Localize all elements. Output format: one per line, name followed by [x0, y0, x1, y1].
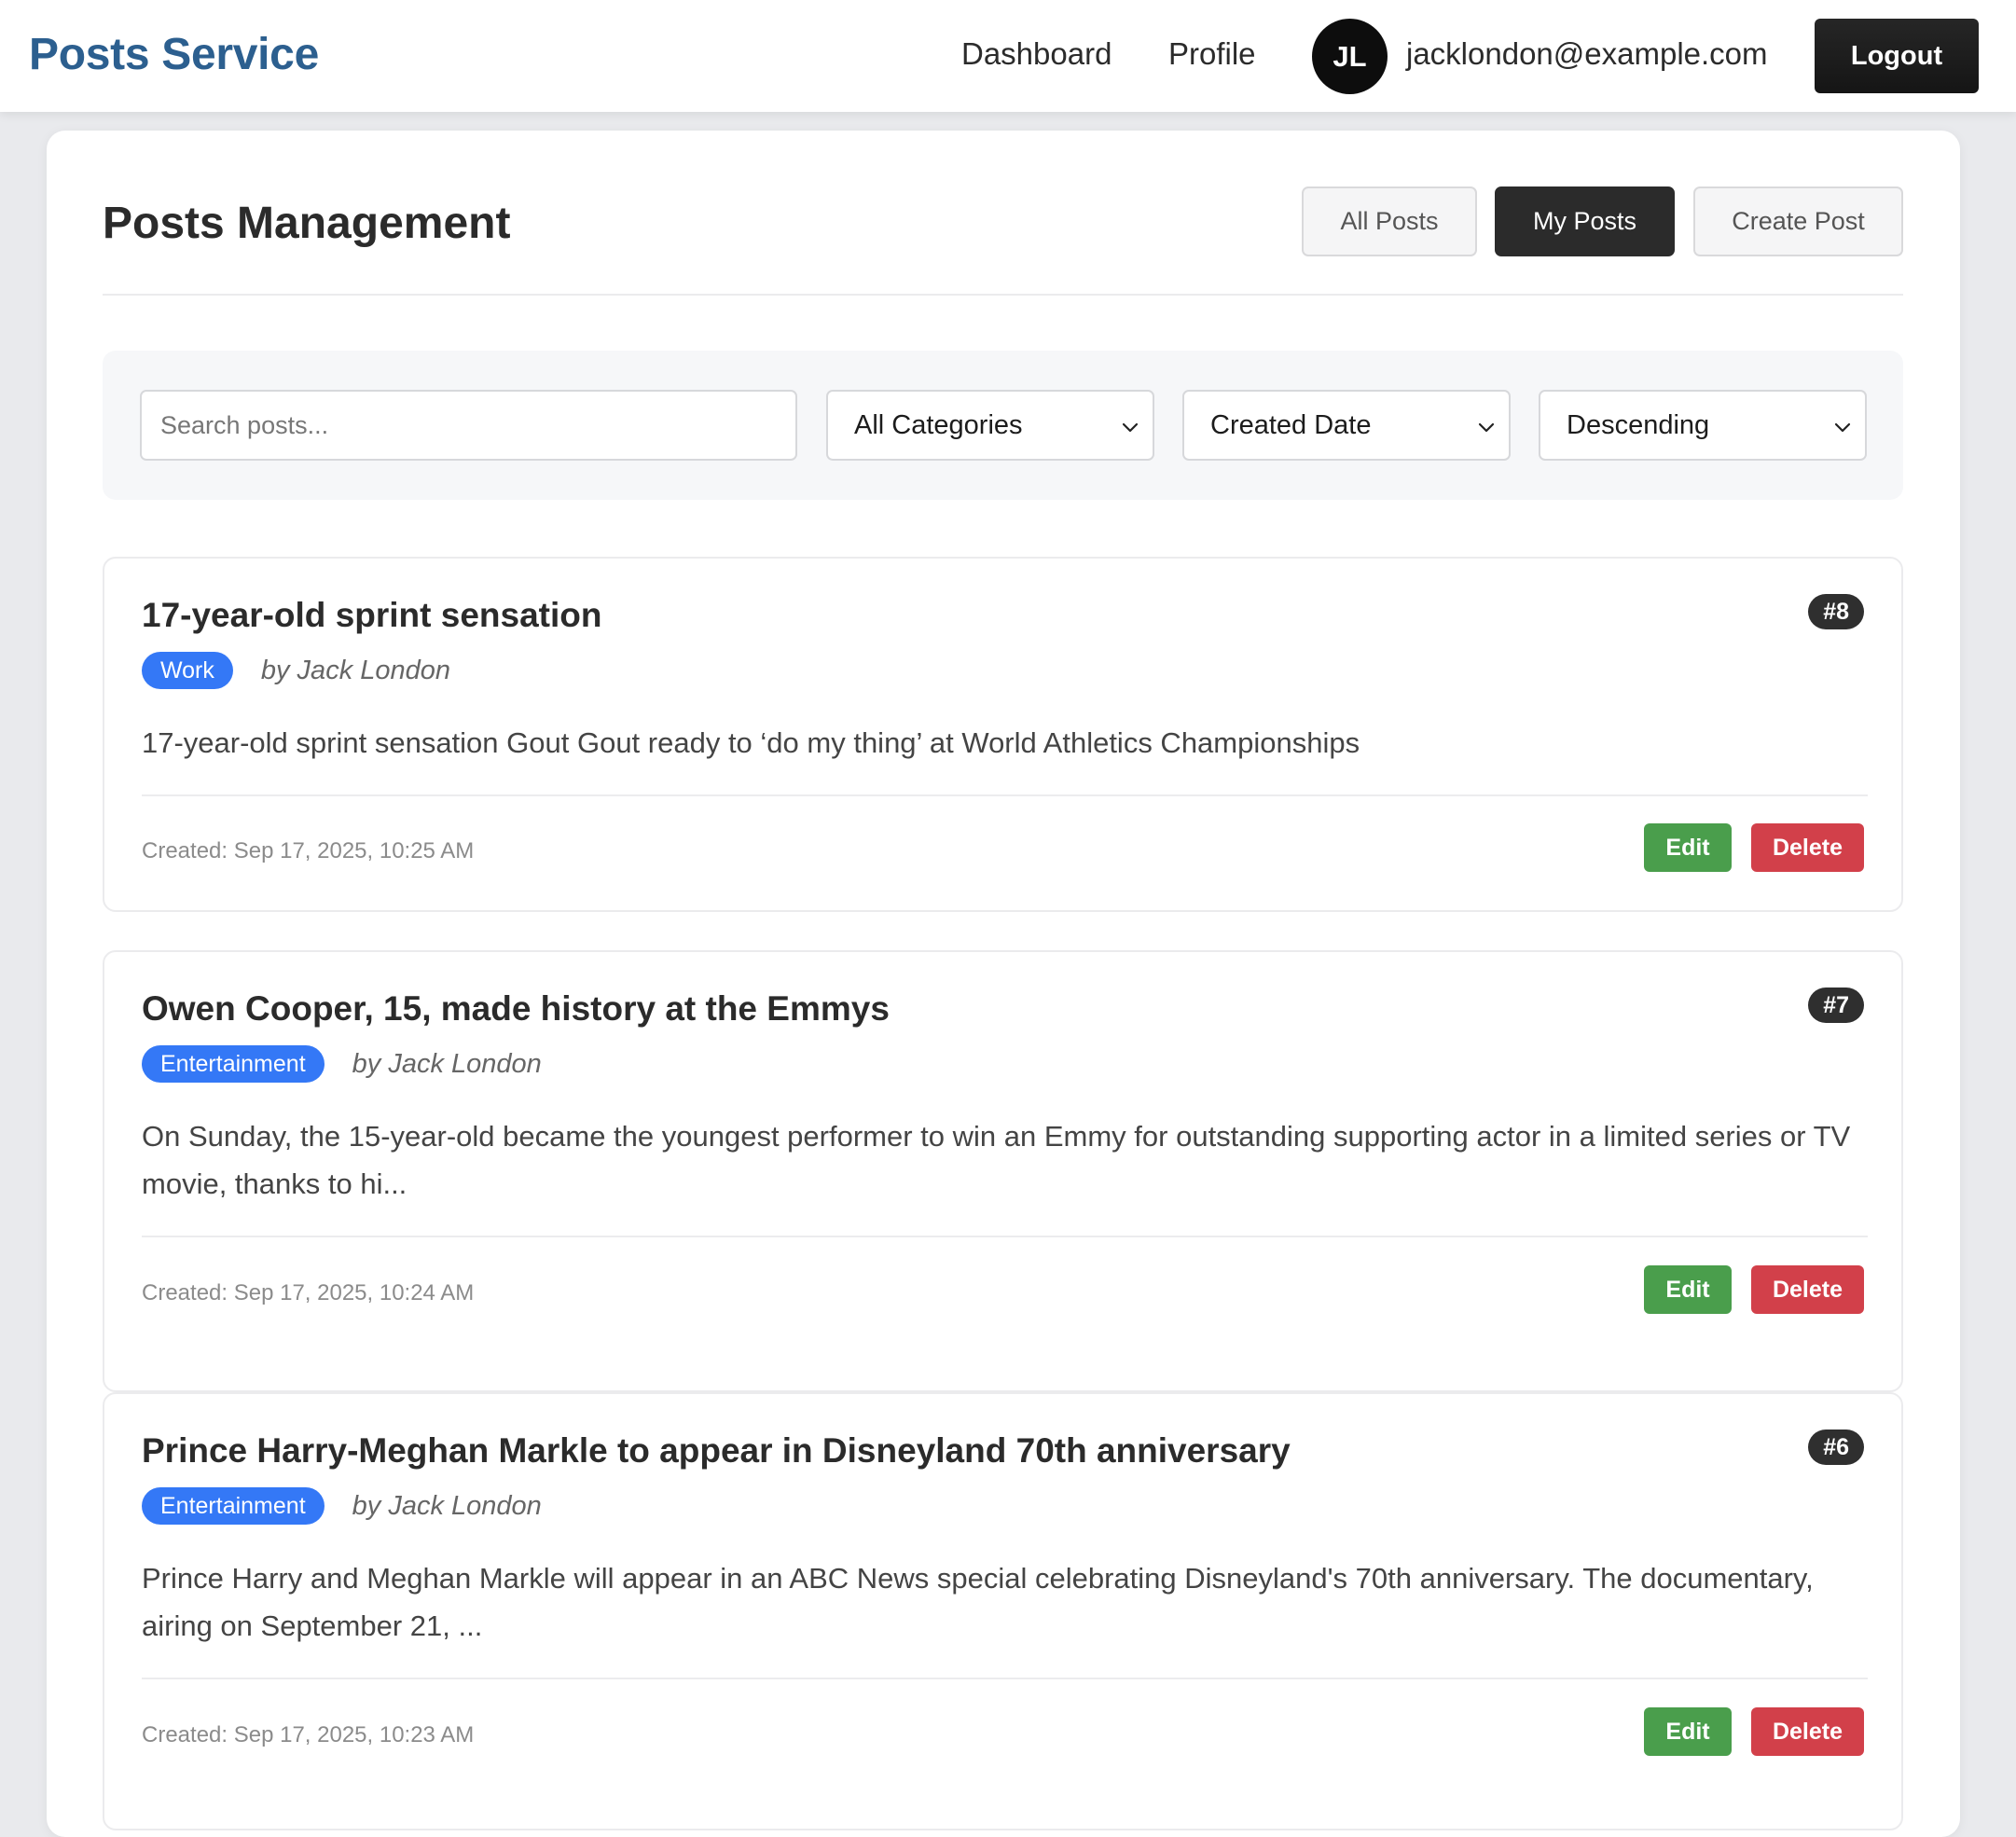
- post-created-date: Created: Sep 17, 2025, 10:25 AM: [142, 838, 475, 863]
- post-id-badge: #7: [1808, 988, 1864, 1023]
- post-meta: Work by Jack London: [142, 652, 450, 689]
- search-input[interactable]: [140, 390, 797, 461]
- nav-link-dashboard[interactable]: Dashboard: [961, 36, 1112, 72]
- edit-button[interactable]: Edit: [1644, 1265, 1732, 1314]
- post-created-date: Created: Sep 17, 2025, 10:24 AM: [142, 1280, 475, 1305]
- brand-logo[interactable]: Posts Service: [29, 29, 319, 80]
- tab-all-posts[interactable]: All Posts: [1302, 186, 1477, 256]
- category-select-value: All Categories: [854, 410, 1023, 440]
- user-avatar: JL: [1312, 19, 1388, 94]
- post-title[interactable]: Prince Harry-Meghan Markle to appear in …: [142, 1431, 1291, 1471]
- post-author: by Jack London: [352, 1048, 542, 1079]
- delete-button[interactable]: Delete: [1751, 823, 1864, 872]
- chevron-down-icon: [1834, 422, 1851, 433]
- filter-bar: All Categories Created Date Descending: [103, 351, 1903, 500]
- post-excerpt: Prince Harry and Meghan Markle will appe…: [142, 1562, 1814, 1642]
- card-divider: [142, 794, 1868, 796]
- post-card: Prince Harry-Meghan Markle to appear in …: [103, 1392, 1903, 1830]
- delete-button[interactable]: Delete: [1751, 1265, 1864, 1314]
- category-badge: Entertainment: [142, 1045, 324, 1083]
- sort-by-select-value: Created Date: [1210, 410, 1372, 440]
- post-card: 17-year-old sprint sensation #8 Work by …: [103, 557, 1903, 912]
- post-id-badge: #8: [1808, 594, 1864, 629]
- page-title: Posts Management: [103, 199, 511, 248]
- tab-my-posts[interactable]: My Posts: [1495, 186, 1675, 256]
- nav-link-profile[interactable]: Profile: [1168, 36, 1256, 72]
- delete-button[interactable]: Delete: [1751, 1707, 1864, 1756]
- post-author: by Jack London: [352, 1490, 542, 1521]
- sort-order-select-value: Descending: [1567, 410, 1710, 440]
- edit-button[interactable]: Edit: [1644, 1707, 1732, 1756]
- post-id-badge: #6: [1808, 1430, 1864, 1465]
- post-meta: Entertainment by Jack London: [142, 1045, 542, 1083]
- category-badge: Entertainment: [142, 1487, 324, 1525]
- post-title[interactable]: 17-year-old sprint sensation: [142, 596, 601, 635]
- edit-button[interactable]: Edit: [1644, 823, 1732, 872]
- logout-button[interactable]: Logout: [1815, 19, 1979, 93]
- post-title[interactable]: Owen Cooper, 15, made history at the Emm…: [142, 989, 890, 1029]
- post-card: Owen Cooper, 15, made history at the Emm…: [103, 950, 1903, 1392]
- create-post-button[interactable]: Create Post: [1693, 186, 1903, 256]
- post-excerpt: On Sunday, the 15-year-old became the yo…: [142, 1120, 1851, 1200]
- chevron-down-icon: [1122, 422, 1139, 433]
- top-navbar: Posts Service Dashboard Profile JL jackl…: [0, 0, 2016, 112]
- post-author: by Jack London: [260, 655, 451, 685]
- chevron-down-icon: [1478, 422, 1495, 433]
- post-excerpt: 17-year-old sprint sensation Gout Gout r…: [142, 726, 1360, 759]
- posts-panel: Posts Management All Posts My Posts Crea…: [47, 131, 1960, 1837]
- card-divider: [142, 1236, 1868, 1237]
- post-created-date: Created: Sep 17, 2025, 10:23 AM: [142, 1722, 475, 1747]
- sort-by-select[interactable]: Created Date: [1182, 390, 1511, 461]
- card-divider: [142, 1678, 1868, 1679]
- sort-order-select[interactable]: Descending: [1539, 390, 1867, 461]
- post-meta: Entertainment by Jack London: [142, 1487, 542, 1525]
- title-divider: [103, 294, 1903, 296]
- category-select[interactable]: All Categories: [826, 390, 1154, 461]
- category-badge: Work: [142, 652, 233, 689]
- user-email: jacklondon@example.com: [1406, 36, 1768, 71]
